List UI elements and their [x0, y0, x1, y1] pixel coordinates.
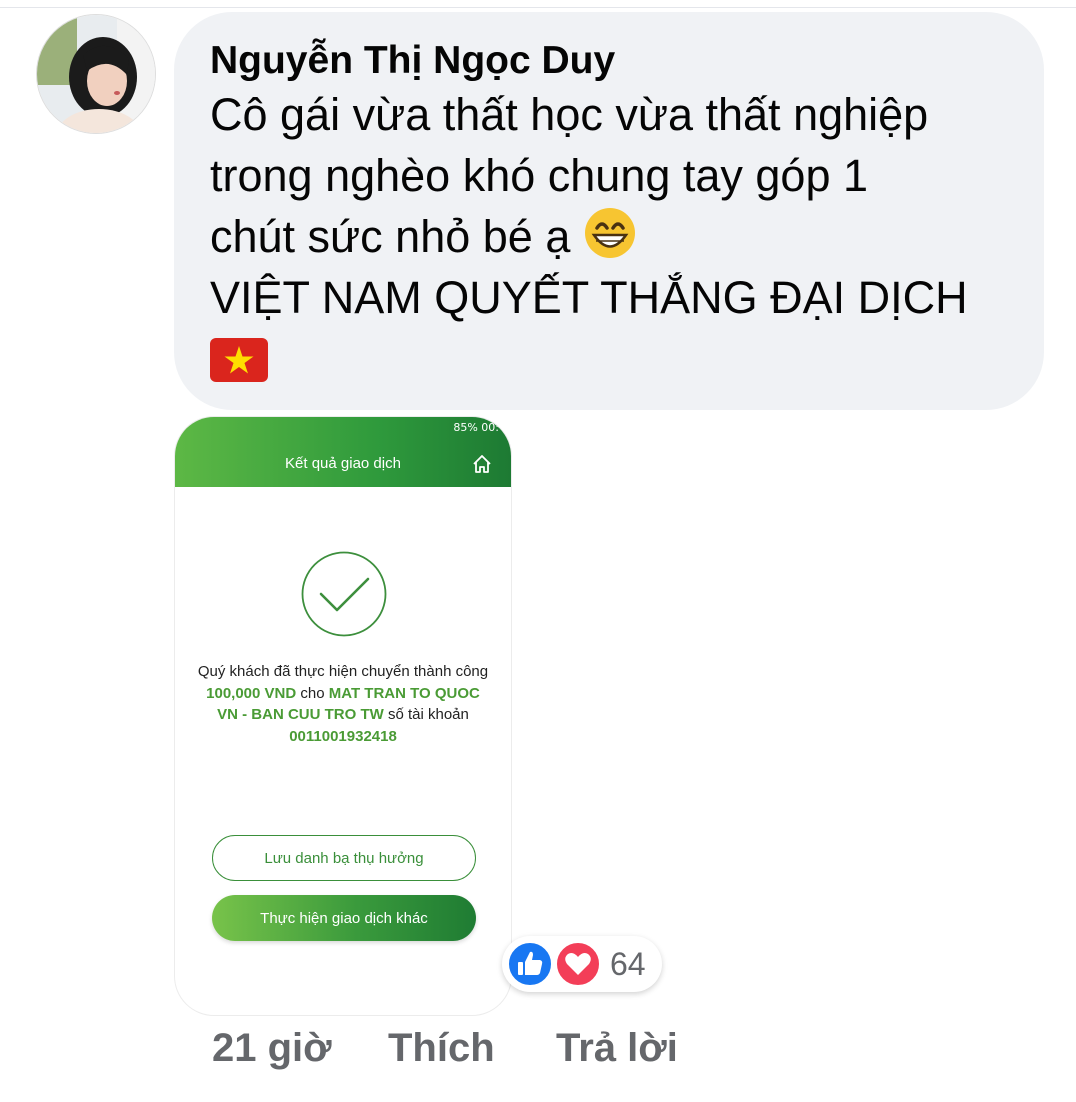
comment-timestamp[interactable]: 21 giờ — [212, 1024, 332, 1072]
comment-line-text: chút sức nhỏ bé ạ — [210, 211, 571, 262]
comment-line: trong nghèo khó chung tay góp 1 — [210, 150, 869, 201]
save-contact-button[interactable]: Lưu danh bạ thụ hưởng — [212, 835, 476, 881]
love-icon — [555, 941, 601, 987]
reactions-summary[interactable]: 64 — [502, 936, 662, 992]
comment-author[interactable]: Nguyễn Thị Ngọc Duy — [210, 38, 1008, 84]
check-circle-icon — [301, 551, 387, 637]
top-divider — [0, 0, 1076, 8]
like-button[interactable]: Thích — [388, 1024, 495, 1072]
comment-line: Cô gái vừa thất học vừa thất nghiệp — [210, 89, 929, 140]
reply-button[interactable]: Trả lời — [556, 1024, 678, 1072]
home-icon[interactable] — [471, 453, 493, 475]
comment-line-with-emoji: chút sức nhỏ bé ạ — [210, 206, 1008, 267]
app-title: Kết quả giao dịch — [285, 455, 401, 472]
message-part: số tài khoản — [383, 706, 469, 723]
message-part: cho — [296, 684, 329, 702]
new-transaction-button[interactable]: Thực hiện giao dịch khác — [212, 895, 476, 941]
amount-value: 100,000 VND — [206, 684, 297, 702]
account-number: 0011001932418 — [289, 727, 397, 745]
comment-bubble: Nguyễn Thị Ngọc Duy Cô gái vừa thất học … — [174, 12, 1044, 410]
reaction-count: 64 — [610, 946, 646, 982]
message-part: Quý khách đã thực hiện chuyển thành công — [197, 663, 489, 680]
avatar-photo — [37, 15, 155, 133]
vietnam-flag-icon — [210, 338, 268, 382]
attached-screenshot[interactable]: 85% 00: Kết quả giao dịch Quý khách đã t… — [174, 416, 512, 1016]
grinning-face-icon — [583, 206, 637, 260]
like-icon — [507, 941, 553, 987]
app-header: 85% 00: Kết quả giao dịch — [175, 417, 511, 487]
comment-line: VIỆT NAM QUYẾT THẮNG ĐẠI DỊCH — [210, 272, 968, 323]
avatar[interactable] — [36, 14, 156, 134]
transaction-message: Quý khách đã thực hiện chuyển thành công… — [195, 661, 491, 747]
status-bar: 85% 00: — [453, 421, 499, 434]
